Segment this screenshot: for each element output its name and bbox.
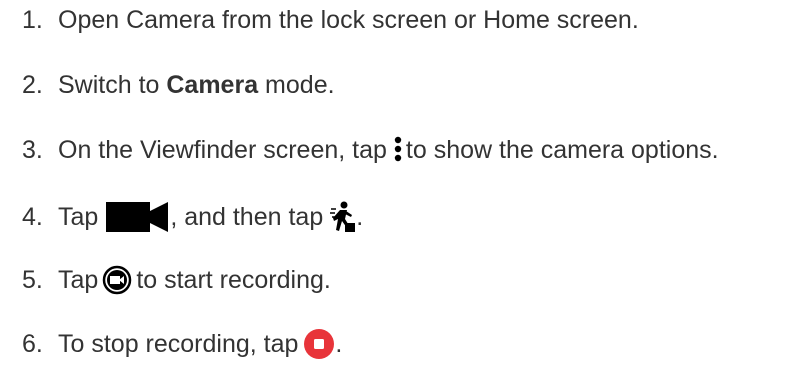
step-text-pre: Tap — [58, 203, 99, 231]
step-text-pre: To stop recording, tap — [58, 330, 299, 358]
record-button-icon — [102, 265, 132, 295]
step-5: 5. Tap to start recording. — [22, 265, 331, 295]
step-text-post: . — [335, 330, 343, 358]
step-text-post: mode. — [258, 71, 335, 99]
stop-button-icon — [303, 328, 335, 360]
step-4: 4. Tap , and then tap . — [22, 200, 363, 234]
step-text: Open Camera from the lock screen or Home… — [58, 6, 639, 34]
step-text-post: . — [356, 203, 364, 231]
step-text-post: to show the camera options. — [405, 136, 719, 164]
step-2: 2. Switch to Camera mode. — [22, 70, 335, 100]
step-text-post: to start recording. — [136, 266, 331, 294]
step-6: 6. To stop recording, tap . — [22, 328, 342, 360]
step-3: 3. On the Viewfinder screen, tap to show… — [22, 135, 719, 165]
step-1: 1. Open Camera from the lock screen or H… — [22, 5, 639, 35]
step-number: 1. — [22, 6, 43, 34]
step-text-pre: On the Viewfinder screen, tap — [58, 136, 387, 164]
camera-mode-label: Camera — [166, 71, 259, 99]
slow-motion-person-icon — [330, 201, 356, 233]
step-text-pre: Tap — [58, 266, 99, 294]
video-camera-icon — [106, 200, 170, 234]
step-number: 2. — [22, 71, 43, 99]
more-vertical-icon — [394, 135, 402, 165]
step-text-pre: Switch to — [58, 71, 167, 99]
step-text-mid: , and then tap — [170, 203, 324, 231]
instruction-list: 1. Open Camera from the lock screen or H… — [0, 0, 804, 378]
step-number: 4. — [22, 203, 43, 231]
step-number: 5. — [22, 266, 43, 294]
step-number: 6. — [22, 330, 43, 358]
step-number: 3. — [22, 136, 43, 164]
